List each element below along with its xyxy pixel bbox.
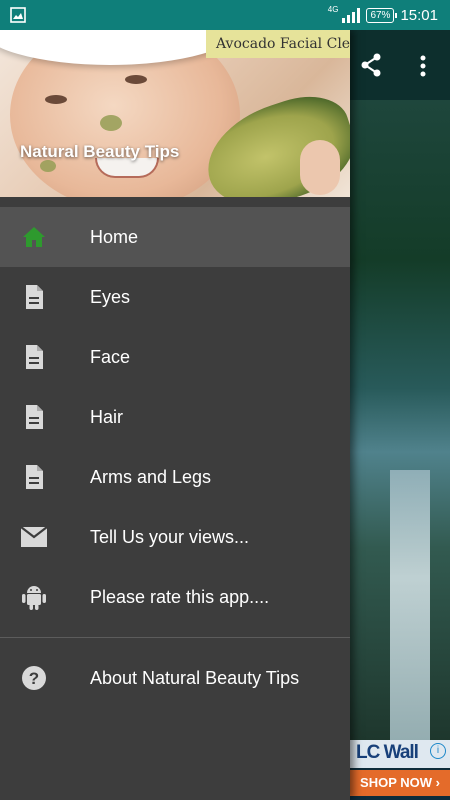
menu-item-label: Please rate this app.... [90,586,270,607]
document-icon [20,283,48,311]
document-icon [20,403,48,431]
share-icon[interactable] [356,50,386,80]
menu-item-eyes[interactable]: Eyes [0,267,350,327]
header-banner-text: Avocado Facial Clean [206,30,350,58]
ad-banner[interactable]: LC Wall i SHOP NOW › [350,740,450,800]
image-icon [10,7,26,23]
menu-item-label: About Natural Beauty Tips [90,667,300,688]
android-icon [20,583,48,611]
drawer-header: Avocado Facial Clean Natural Beauty Tips [0,30,350,197]
menu-item-home[interactable]: Home [0,207,350,267]
menu-item-hair[interactable]: Hair [0,387,350,447]
drawer-menu: Home Eyes Face Hair Arms and Legs Tell U… [0,197,350,708]
document-icon [20,463,48,491]
menu-item-arms-and-legs[interactable]: Arms and Legs [0,447,350,507]
drawer-title: Natural Beauty Tips [20,142,180,161]
menu-item-label: Face [90,346,131,367]
mail-icon [20,523,48,551]
ad-info-icon[interactable]: i [430,743,446,759]
menu-item-face[interactable]: Face [0,327,350,387]
ad-shop-now-button[interactable]: SHOP NOW › [350,770,450,796]
menu-divider [0,637,350,638]
menu-item-label: Tell Us your views... [90,526,250,547]
status-time: 15:01 [400,6,438,24]
menu-item-feedback[interactable]: Tell Us your views... [0,507,350,567]
battery-indicator: 67% [366,7,398,23]
menu-item-label: Arms and Legs [90,466,212,487]
menu-item-label: Eyes [90,286,131,307]
menu-item-about[interactable]: ? About Natural Beauty Tips [0,648,350,708]
network-type: 4G [327,4,339,14]
menu-item-label: Home [90,226,139,247]
signal-icon [342,7,361,23]
menu-item-rate-app[interactable]: Please rate this app.... [0,567,350,627]
document-icon [20,343,48,371]
more-options-icon[interactable] [416,52,430,80]
navigation-drawer: Avocado Facial Clean Natural Beauty Tips… [0,30,350,800]
help-icon: ? [20,664,48,692]
waterfall-image [390,470,430,740]
menu-item-label: Hair [90,406,124,427]
ad-brand: LC Wall [356,742,419,763]
home-icon [20,223,48,251]
svg-text:?: ? [29,669,39,688]
status-bar: 4G 67% 15:01 [0,0,450,30]
